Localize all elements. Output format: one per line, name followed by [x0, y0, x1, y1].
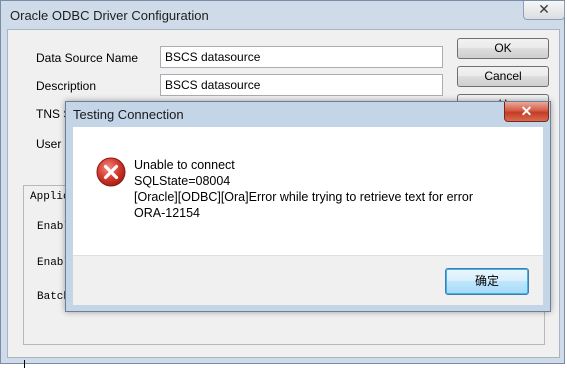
- dialog-close-button[interactable]: ✕: [504, 102, 549, 122]
- description-field[interactable]: BSCS datasource: [160, 74, 443, 96]
- window-close-button[interactable]: ✕: [523, 1, 565, 20]
- testing-connection-dialog: Testing Connection ✕ Unable to connect S…: [65, 101, 551, 312]
- data-source-name-label: Data Source Name: [36, 51, 139, 65]
- cancel-button[interactable]: Cancel: [457, 66, 549, 87]
- dialog-title: Testing Connection: [73, 107, 184, 122]
- confirm-button[interactable]: 确定: [445, 268, 529, 295]
- dialog-footer: 确定: [73, 255, 543, 305]
- group-heading: Applic: [30, 191, 70, 203]
- ok-button[interactable]: OK: [457, 38, 549, 59]
- window-title: Oracle ODBC Driver Configuration: [10, 8, 209, 23]
- error-line-1: Unable to connect: [134, 158, 235, 172]
- description-label: Description: [36, 79, 97, 93]
- error-line-3: [Oracle][ODBC][Ora]Error while trying to…: [134, 190, 473, 204]
- error-icon: [96, 157, 126, 187]
- user-id-label: User I: [36, 137, 69, 151]
- dialog-message-area: Unable to connect SQLState=08004 [Oracle…: [73, 127, 543, 255]
- text-cursor: [24, 360, 25, 368]
- error-message: Unable to connect SQLState=08004 [Oracle…: [134, 157, 473, 221]
- error-line-4: ORA-12154: [134, 206, 201, 220]
- error-line-2: SQLState=08004: [134, 174, 231, 188]
- data-source-name-field[interactable]: BSCS datasource: [160, 46, 443, 68]
